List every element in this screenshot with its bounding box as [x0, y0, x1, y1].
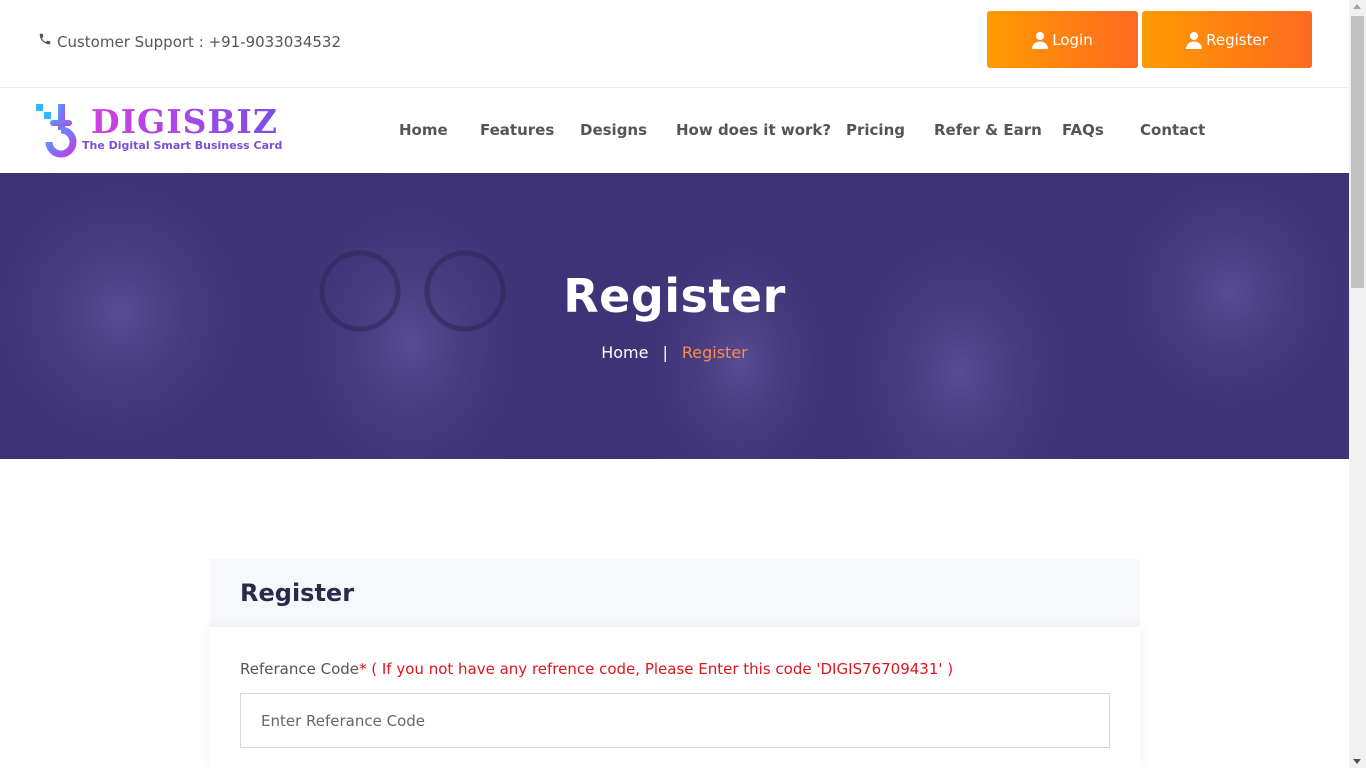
breadcrumb-separator: |: [662, 343, 668, 362]
nav-features[interactable]: Features: [480, 121, 554, 139]
referral-hint: ( If you not have any refrence code, Ple…: [366, 660, 954, 678]
customer-support: Customer Support : +91-9033034532: [38, 33, 341, 51]
breadcrumb-current: Register: [681, 343, 748, 362]
register-form: Referance Code* ( If you not have any re…: [210, 627, 1140, 768]
scroll-up-arrow-icon[interactable]: [1353, 4, 1361, 9]
phone-icon: [39, 33, 51, 45]
page-scrollbar[interactable]: [1349, 0, 1366, 768]
referral-label-text: Referance Code: [240, 660, 359, 678]
referral-code-input[interactable]: [240, 693, 1110, 748]
register-card-title: Register: [240, 579, 355, 607]
nav-how-it-works[interactable]: How does it work?: [676, 121, 831, 139]
register-card-header: Register: [210, 559, 1140, 627]
nav-designs[interactable]: Designs: [580, 121, 647, 139]
page-banner: Register Home | Register: [0, 173, 1349, 459]
user-icon: [1032, 31, 1049, 49]
referral-code-label: Referance Code* ( If you not have any re…: [240, 660, 953, 678]
nav-refer-earn[interactable]: Refer & Earn: [934, 121, 1042, 139]
register-label: Register: [1206, 30, 1268, 49]
nav-contact[interactable]: Contact: [1140, 121, 1205, 139]
register-button[interactable]: Register: [1142, 11, 1312, 68]
user-icon: [1186, 31, 1203, 49]
breadcrumb: Home | Register: [0, 343, 1349, 362]
scroll-down-arrow-icon[interactable]: [1353, 759, 1361, 764]
nav-pricing[interactable]: Pricing: [846, 121, 905, 139]
breadcrumb-home[interactable]: Home: [601, 343, 648, 362]
navbar: DIGISBIZ The Digital Smart Business Card…: [0, 88, 1349, 173]
login-button[interactable]: Login: [987, 11, 1138, 68]
scrollbar-thumb[interactable]: [1351, 16, 1364, 288]
required-mark: *: [359, 660, 367, 678]
page-title: Register: [563, 269, 786, 323]
nav-home[interactable]: Home: [399, 121, 448, 139]
top-bar: Customer Support : +91-9033034532 Login …: [0, 0, 1349, 88]
nav-faqs[interactable]: FAQs: [1062, 121, 1104, 139]
main-nav: Home Features Designs How does it work? …: [0, 88, 1349, 173]
login-label: Login: [1052, 30, 1093, 49]
support-text: Customer Support : +91-9033034532: [57, 33, 342, 51]
